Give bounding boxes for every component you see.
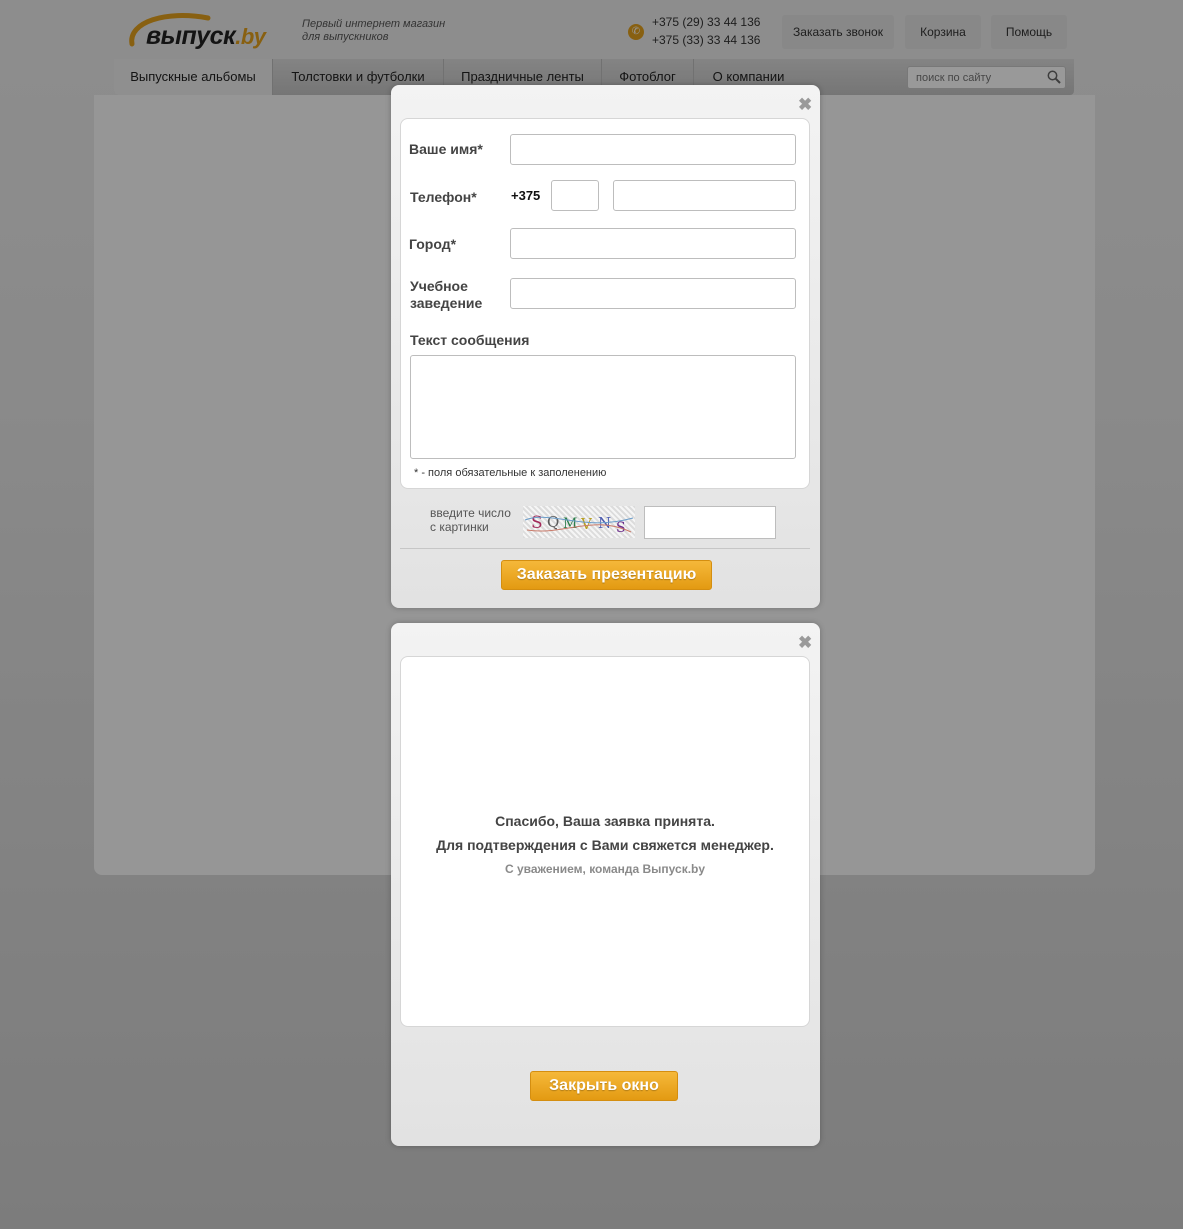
thanks-panel: Спасибо, Ваша заявка принята. Для подтве… <box>400 656 810 1027</box>
required-note: * - поля обязательные к заполенению <box>414 467 607 479</box>
name-input[interactable] <box>511 135 795 164</box>
school-field <box>510 278 796 309</box>
thanks-signature: С уважением, команда Выпуск.by <box>504 862 706 876</box>
thanks-line-1: Спасибо, Ваша заявка принята. <box>495 813 715 829</box>
message-field <box>410 355 796 459</box>
captcha-image: S Q M V N S <box>523 506 635 538</box>
name-field <box>510 134 796 165</box>
order-presentation-button[interactable]: Заказать презентацию <box>501 560 712 590</box>
captcha-field <box>644 506 776 539</box>
captcha-char-2: Q <box>547 513 559 531</box>
phone-number-input[interactable] <box>614 181 795 210</box>
message-label: Текст сообщения <box>410 332 530 348</box>
school-label-line-2: заведение <box>410 295 483 311</box>
captcha-label: введите число с картинки <box>430 506 511 534</box>
close-icon[interactable]: ✖ <box>798 634 812 651</box>
phone-code: +375 <box>511 188 541 203</box>
message-textarea[interactable] <box>411 356 795 458</box>
captcha-char-4: V <box>580 515 593 533</box>
school-label-line-1: Учебное <box>410 278 468 294</box>
close-window-button[interactable]: Закрыть окно <box>530 1071 678 1101</box>
phone-number-field <box>613 180 796 211</box>
form-divider <box>400 548 810 549</box>
city-input[interactable] <box>511 229 795 258</box>
school-input[interactable] <box>511 279 795 308</box>
form-panel: Ваше имя* Телефон* +375 Город* Учебное з… <box>400 118 810 489</box>
name-label: Ваше имя* <box>409 141 483 157</box>
phone-operator-input[interactable] <box>552 181 598 210</box>
phone-operator-field <box>551 180 599 211</box>
order-form-modal: ✖ Ваше имя* Телефон* +375 Город* Учебное… <box>391 85 820 608</box>
phone-label: Телефон* <box>410 189 477 205</box>
captcha-label-line-2: с картинки <box>430 520 489 534</box>
captcha-label-line-1: введите число <box>430 506 511 520</box>
thanks-line-2: Для подтверждения с Вами свяжется менедж… <box>436 837 774 853</box>
captcha-char-1: S <box>531 513 543 533</box>
captcha-picture: S Q M V N S <box>524 513 634 536</box>
thanks-modal: ✖ Спасибо, Ваша заявка принята. Для подт… <box>391 623 820 1146</box>
school-label: Учебное заведение <box>410 278 482 312</box>
captcha-input[interactable] <box>645 507 775 538</box>
captcha-char-3: M <box>563 516 577 532</box>
close-icon[interactable]: ✖ <box>798 96 812 113</box>
city-field <box>510 228 796 259</box>
city-label: Город* <box>409 236 457 252</box>
